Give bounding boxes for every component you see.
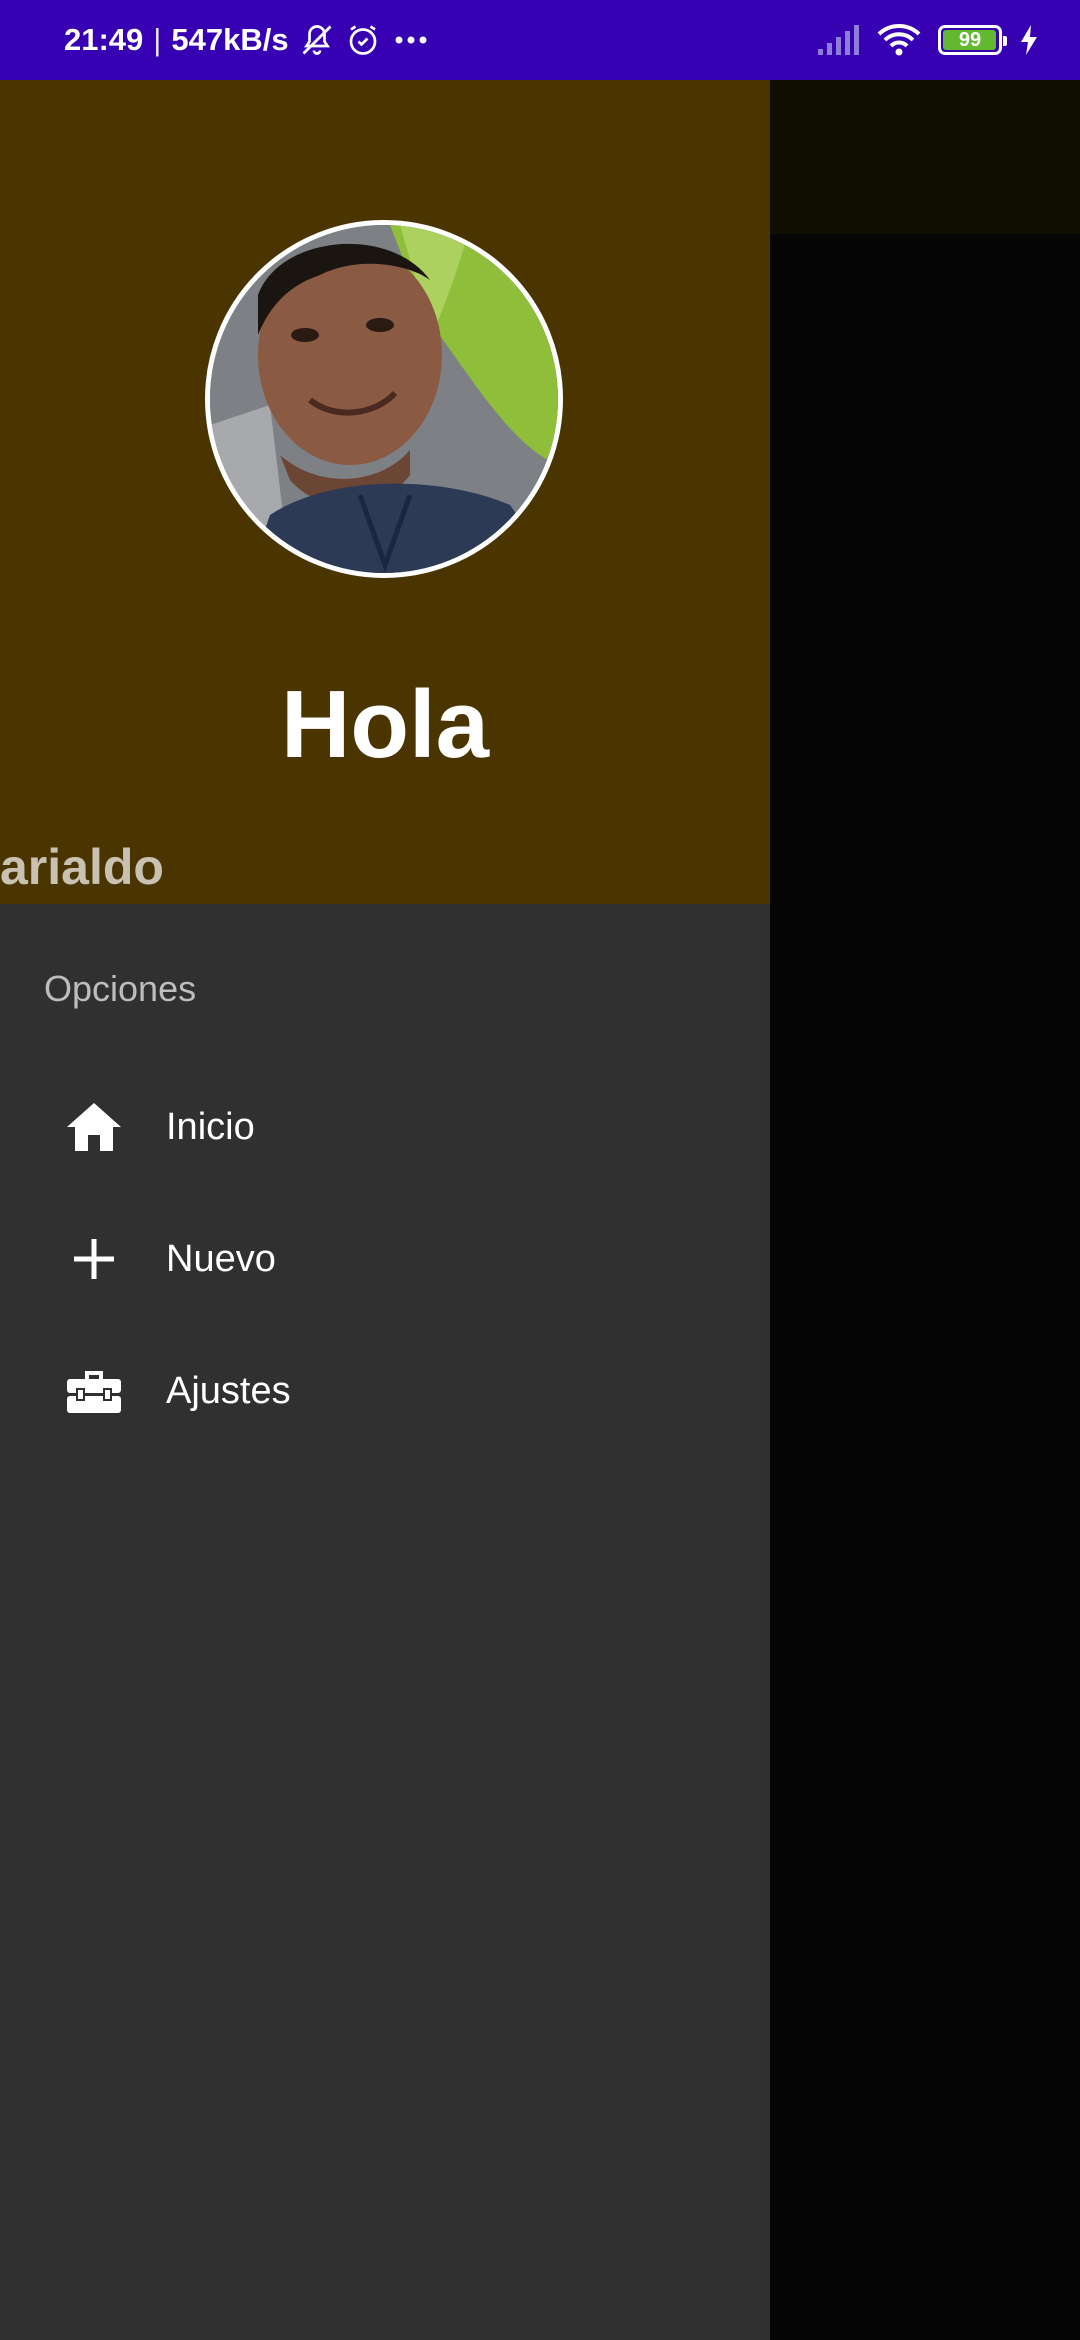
charging-icon [1018, 23, 1040, 57]
alarm-icon [345, 22, 381, 58]
status-separator: | [153, 22, 162, 57]
status-left: 21:49 | 547kB/s [64, 22, 431, 58]
menu-item-label: Ajustes [166, 1369, 291, 1412]
wifi-icon [876, 22, 922, 58]
network-speed: 547kB/s [171, 22, 289, 57]
navigation-drawer: Hola arialdo Opciones Inicio Nuevo Ajust… [0, 80, 770, 2340]
notifications-off-icon [299, 22, 335, 58]
status-time: 21:49 [64, 22, 144, 57]
menu-item-ajustes[interactable]: Ajustes [0, 1326, 770, 1456]
home-icon [64, 1097, 124, 1157]
avatar[interactable] [205, 220, 563, 578]
menu-item-inicio[interactable]: Inicio [0, 1062, 770, 1192]
signal-icon [816, 23, 860, 57]
app-toolbar-background [770, 80, 1080, 234]
status-bar: 21:49 | 547kB/s 99 [0, 0, 1080, 80]
more-dots-icon [391, 22, 431, 58]
menu-item-label: Inicio [166, 1105, 255, 1148]
user-name: arialdo [0, 839, 164, 895]
battery-level-text: 99 [958, 28, 982, 51]
menu-item-nuevo[interactable]: Nuevo [0, 1194, 770, 1324]
plus-icon [64, 1229, 124, 1289]
status-right: 99 [816, 22, 1040, 58]
drawer-header: Hola arialdo [0, 80, 770, 904]
drawer-scrim[interactable] [770, 234, 1080, 2340]
battery-icon: 99 [938, 25, 1007, 55]
menu-item-label: Nuevo [166, 1237, 276, 1280]
section-title-opciones: Opciones [44, 968, 197, 1009]
avatar-photo [210, 225, 558, 573]
greeting-title: Hola [280, 671, 490, 778]
toolbox-icon [64, 1361, 124, 1421]
screen: 21:49 | 547kB/s 99 Hola arialdo Opciones… [0, 0, 1080, 2340]
